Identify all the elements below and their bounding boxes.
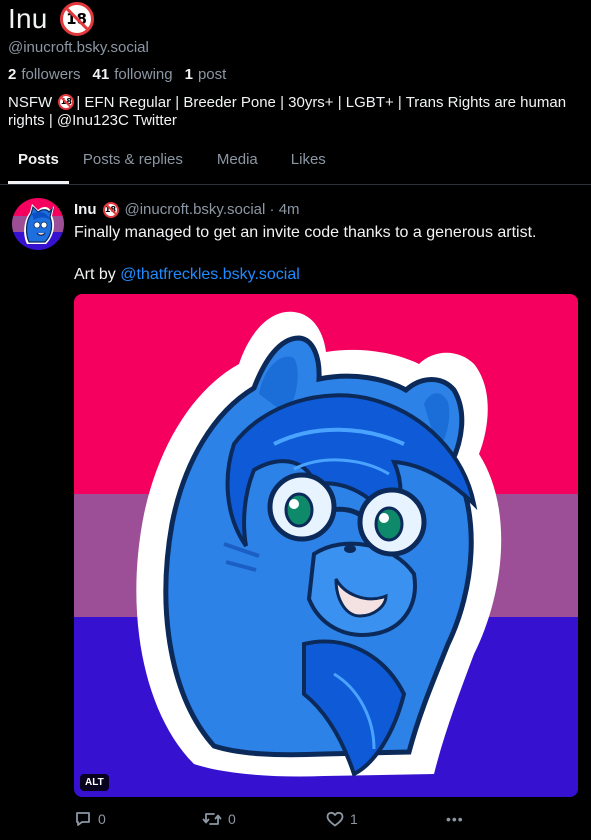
reply-count: 0 bbox=[98, 811, 106, 827]
following-count: 41 bbox=[92, 66, 110, 83]
more-icon: ••• bbox=[446, 811, 464, 827]
repost-button[interactable]: 0 bbox=[202, 810, 326, 828]
no-under-18-icon: 18 bbox=[59, 2, 94, 36]
reply-button[interactable]: 0 bbox=[74, 810, 202, 828]
followers-count: 2 bbox=[8, 66, 17, 83]
post-actions: 0 0 1 ••• bbox=[74, 810, 494, 828]
tab-media[interactable]: Media bbox=[217, 140, 258, 184]
followers-label: followers bbox=[21, 66, 81, 83]
profile-stats: 2 followers 41 following 1 post bbox=[8, 66, 238, 83]
post-text-line2: Art by @thatfreckles.bsky.social bbox=[74, 264, 574, 285]
tab-likes[interactable]: Likes bbox=[291, 140, 326, 184]
like-button[interactable]: 1 bbox=[326, 810, 446, 828]
tab-posts[interactable]: Posts bbox=[8, 140, 69, 184]
tab-media-label: Media bbox=[216, 151, 258, 168]
bio-part2: | EFN Regular | Breeder Pone | 30yrs+ | … bbox=[8, 94, 567, 129]
profile-tabs: Posts Posts & replies Media Likes bbox=[0, 140, 591, 185]
post-timestamp[interactable]: 4m bbox=[279, 201, 300, 218]
like-count: 1 bbox=[350, 811, 358, 827]
no-under-18-icon: 18 bbox=[58, 94, 75, 110]
tab-likes-label: Likes bbox=[290, 151, 326, 168]
post-text-line1: Finally managed to get an invite code th… bbox=[74, 224, 537, 241]
profile-handle: @inucroft.bsky.social bbox=[8, 39, 149, 56]
profile-bio: NSFW 18 | EFN Regular | Breeder Pone | 30… bbox=[8, 94, 568, 130]
tab-posts-label: Posts bbox=[18, 151, 59, 168]
following-label: following bbox=[114, 66, 173, 83]
no-under-18-icon: 18 bbox=[102, 201, 119, 218]
post-header: Inu 18 @inucroft.bsky.social · 4m bbox=[74, 201, 300, 218]
post-author-handle[interactable]: @inucroft.bsky.social · 4m bbox=[125, 201, 300, 218]
repost-icon bbox=[202, 813, 222, 825]
alt-text-badge[interactable]: ALT bbox=[80, 774, 109, 791]
posts-label: post bbox=[197, 66, 227, 83]
post-separator: · bbox=[269, 201, 275, 218]
more-options-button[interactable]: ••• bbox=[446, 811, 464, 827]
post-text-prefix: Art by bbox=[74, 266, 121, 283]
like-heart-icon bbox=[326, 811, 344, 827]
posts-count: 1 bbox=[184, 66, 193, 83]
reply-icon bbox=[76, 812, 90, 826]
followers-stat[interactable]: 2 followers bbox=[8, 66, 81, 83]
profile-name-row: Inu 18 bbox=[8, 2, 94, 36]
post-image[interactable]: ALT bbox=[74, 294, 578, 797]
following-stat[interactable]: 41 following bbox=[93, 66, 173, 83]
bio-part1: NSFW bbox=[8, 94, 53, 111]
post-author-name[interactable]: Inu bbox=[74, 201, 97, 218]
post-handle-text: @inucroft.bsky.social bbox=[124, 201, 266, 218]
repost-count: 0 bbox=[228, 811, 236, 827]
artist-mention-link[interactable]: @thatfreckles.bsky.social bbox=[120, 266, 300, 283]
profile-display-name: Inu bbox=[8, 3, 48, 34]
avatar[interactable] bbox=[12, 198, 64, 250]
tab-posts-and-replies[interactable]: Posts & replies bbox=[83, 140, 183, 184]
posts-stat: 1 post bbox=[185, 66, 227, 83]
tab-posts-and-replies-label: Posts & replies bbox=[82, 151, 183, 168]
